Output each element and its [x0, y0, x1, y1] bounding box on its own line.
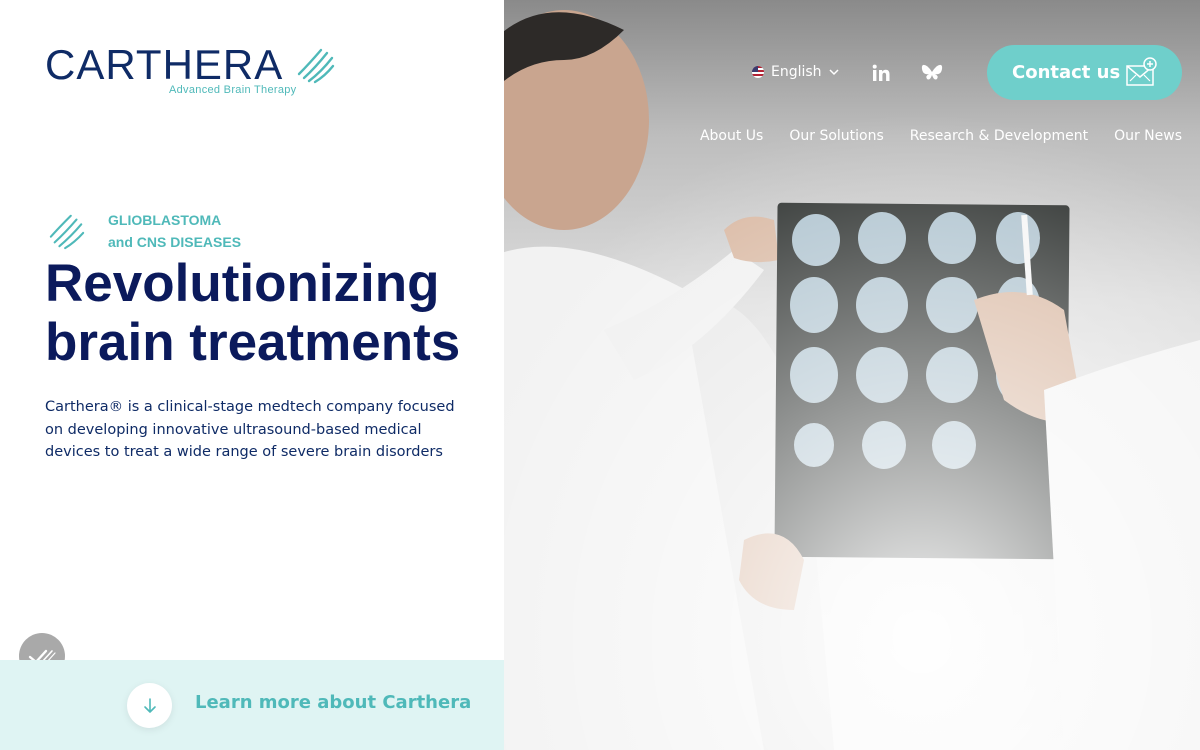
contact-us-button[interactable]: Contact us [987, 45, 1182, 100]
linkedin-icon[interactable] [870, 62, 892, 84]
language-label: English [771, 64, 822, 80]
contact-label: Contact us [1012, 62, 1121, 83]
nav-item-our-solutions[interactable]: Our Solutions [789, 128, 883, 144]
learn-more-link[interactable]: Learn more about Carthera [195, 692, 471, 713]
doctor-xray-illustration [504, 0, 1200, 750]
language-selector[interactable]: English [752, 64, 839, 80]
hero-title-line2: brain treatments [45, 313, 461, 372]
hero-eyebrow: GLIOBLASTOMA and CNS DISEASES [48, 210, 348, 254]
hero-image [504, 0, 1200, 750]
left-panel: CARTHERA Advanced Brain Therapy GLIOBLAS… [0, 0, 504, 750]
us-flag-icon [752, 66, 764, 78]
arrow-down-icon [143, 697, 156, 713]
hero-title: Revolutionizing brain treatments [45, 254, 485, 372]
logo-waves-icon [297, 48, 335, 84]
scroll-down-button[interactable] [127, 683, 172, 728]
nav-item-our-news[interactable]: Our News [1114, 128, 1182, 144]
logo-tagline: Advanced Brain Therapy [169, 84, 297, 96]
carthera-logo[interactable]: CARTHERA Advanced Brain Therapy [45, 44, 335, 100]
main-nav: About Us Our Solutions Research & Develo… [700, 128, 1182, 144]
chevron-down-icon [829, 69, 839, 76]
learn-more-bar: Learn more about Carthera [0, 660, 504, 750]
nav-item-about-us[interactable]: About Us [700, 128, 763, 144]
hero-description: Carthera® is a clinical-stage medtech co… [45, 399, 455, 460]
nav-item-research-development[interactable]: Research & Development [910, 128, 1088, 144]
eyebrow-line1: GLIOBLASTOMA [108, 212, 222, 228]
waves-icon [49, 214, 85, 250]
logo-wordmark: CARTHERA [45, 41, 284, 88]
hero-title-line1: Revolutionizing [45, 254, 440, 313]
eyebrow-line2: and CNS DISEASES [108, 234, 242, 250]
mail-plus-icon [1126, 57, 1157, 86]
bluesky-icon[interactable] [921, 62, 943, 84]
